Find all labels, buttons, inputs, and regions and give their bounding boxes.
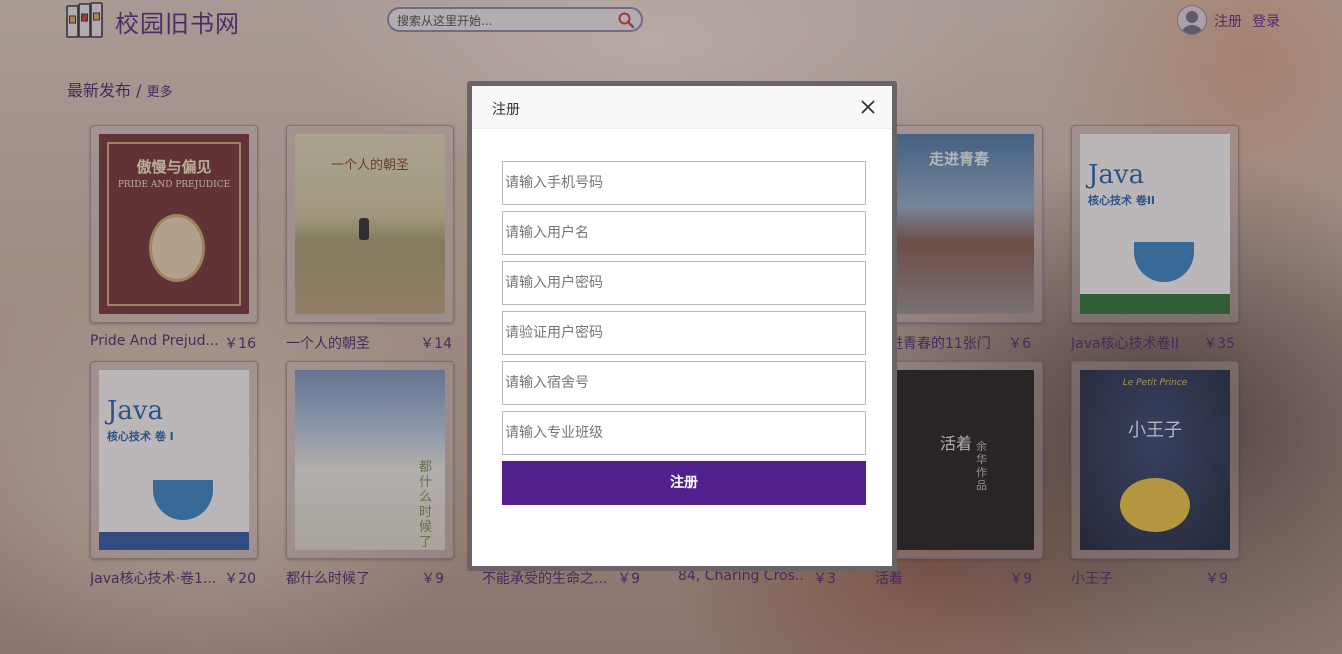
phone-field <box>502 161 866 205</box>
register-modal: 注册 注册 <box>472 86 892 566</box>
major-class-input[interactable] <box>503 412 865 454</box>
modal-title: 注册 <box>492 102 520 118</box>
major-class-field <box>502 411 866 455</box>
username-input[interactable] <box>503 212 865 254</box>
dorm-input[interactable] <box>503 362 865 404</box>
password-field <box>502 261 866 305</box>
phone-input[interactable] <box>503 162 865 204</box>
register-submit-button[interactable]: 注册 <box>502 461 866 505</box>
confirm-password-input[interactable] <box>503 312 865 354</box>
password-input[interactable] <box>503 262 865 304</box>
close-icon[interactable] <box>860 99 876 115</box>
username-field <box>502 211 866 255</box>
modal-header: 注册 <box>472 86 892 129</box>
confirm-password-field <box>502 311 866 355</box>
dorm-field <box>502 361 866 405</box>
